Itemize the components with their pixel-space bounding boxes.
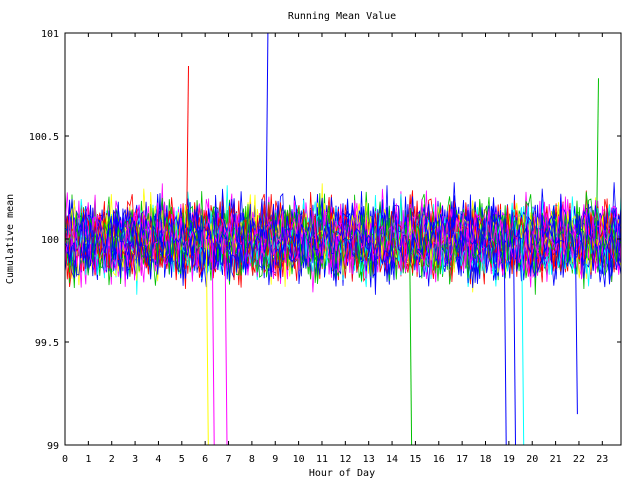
x-tick-label: 19: [503, 454, 515, 465]
x-tick-label: 7: [226, 454, 232, 465]
x-tick-label: 13: [363, 454, 375, 465]
x-tick-label: 23: [596, 454, 608, 465]
x-tick-label: 16: [433, 454, 445, 465]
y-tick-label: 101: [41, 29, 59, 40]
x-tick-label: 6: [202, 454, 208, 465]
x-tick-label: 22: [573, 454, 585, 465]
y-tick-label: 100.5: [29, 132, 59, 143]
x-tick-label: 18: [479, 454, 491, 465]
x-tick-label: 12: [339, 454, 351, 465]
x-tick-label: 9: [272, 454, 278, 465]
x-tick-label: 10: [293, 454, 305, 465]
x-tick-label: 5: [179, 454, 185, 465]
excursion-spike: [513, 238, 516, 446]
x-tick-label: 1: [85, 454, 91, 465]
running-mean-chart: Running Mean Value 0 1 2 3 4 5 6 7 8 9 10 11 12 13 14 1…: [5, 11, 622, 479]
excursion-spike: [409, 238, 413, 446]
x-tick-label: 2: [109, 454, 115, 465]
x-tick-label: 4: [155, 454, 161, 465]
x-tick-label: 14: [386, 454, 398, 465]
x-tick-label: 0: [62, 454, 68, 465]
x-tick-label: 3: [132, 454, 138, 465]
x-axis-title: Hour of Day: [309, 468, 375, 479]
x-tick-label: 21: [550, 454, 562, 465]
x-tick-label: 17: [456, 454, 468, 465]
x-tick-label: 20: [526, 454, 538, 465]
y-axis-title: Cumulative mean: [5, 194, 16, 284]
y-tick-label: 100: [41, 235, 59, 246]
series-lines: [64, 32, 622, 446]
y-tick-label: 99.5: [35, 338, 59, 349]
x-tick-label: 11: [316, 454, 328, 465]
x-tick-label: 8: [249, 454, 255, 465]
chart-title: Running Mean Value: [288, 11, 396, 22]
x-tick-label: 15: [409, 454, 421, 465]
y-tick-label: 99: [47, 441, 59, 452]
